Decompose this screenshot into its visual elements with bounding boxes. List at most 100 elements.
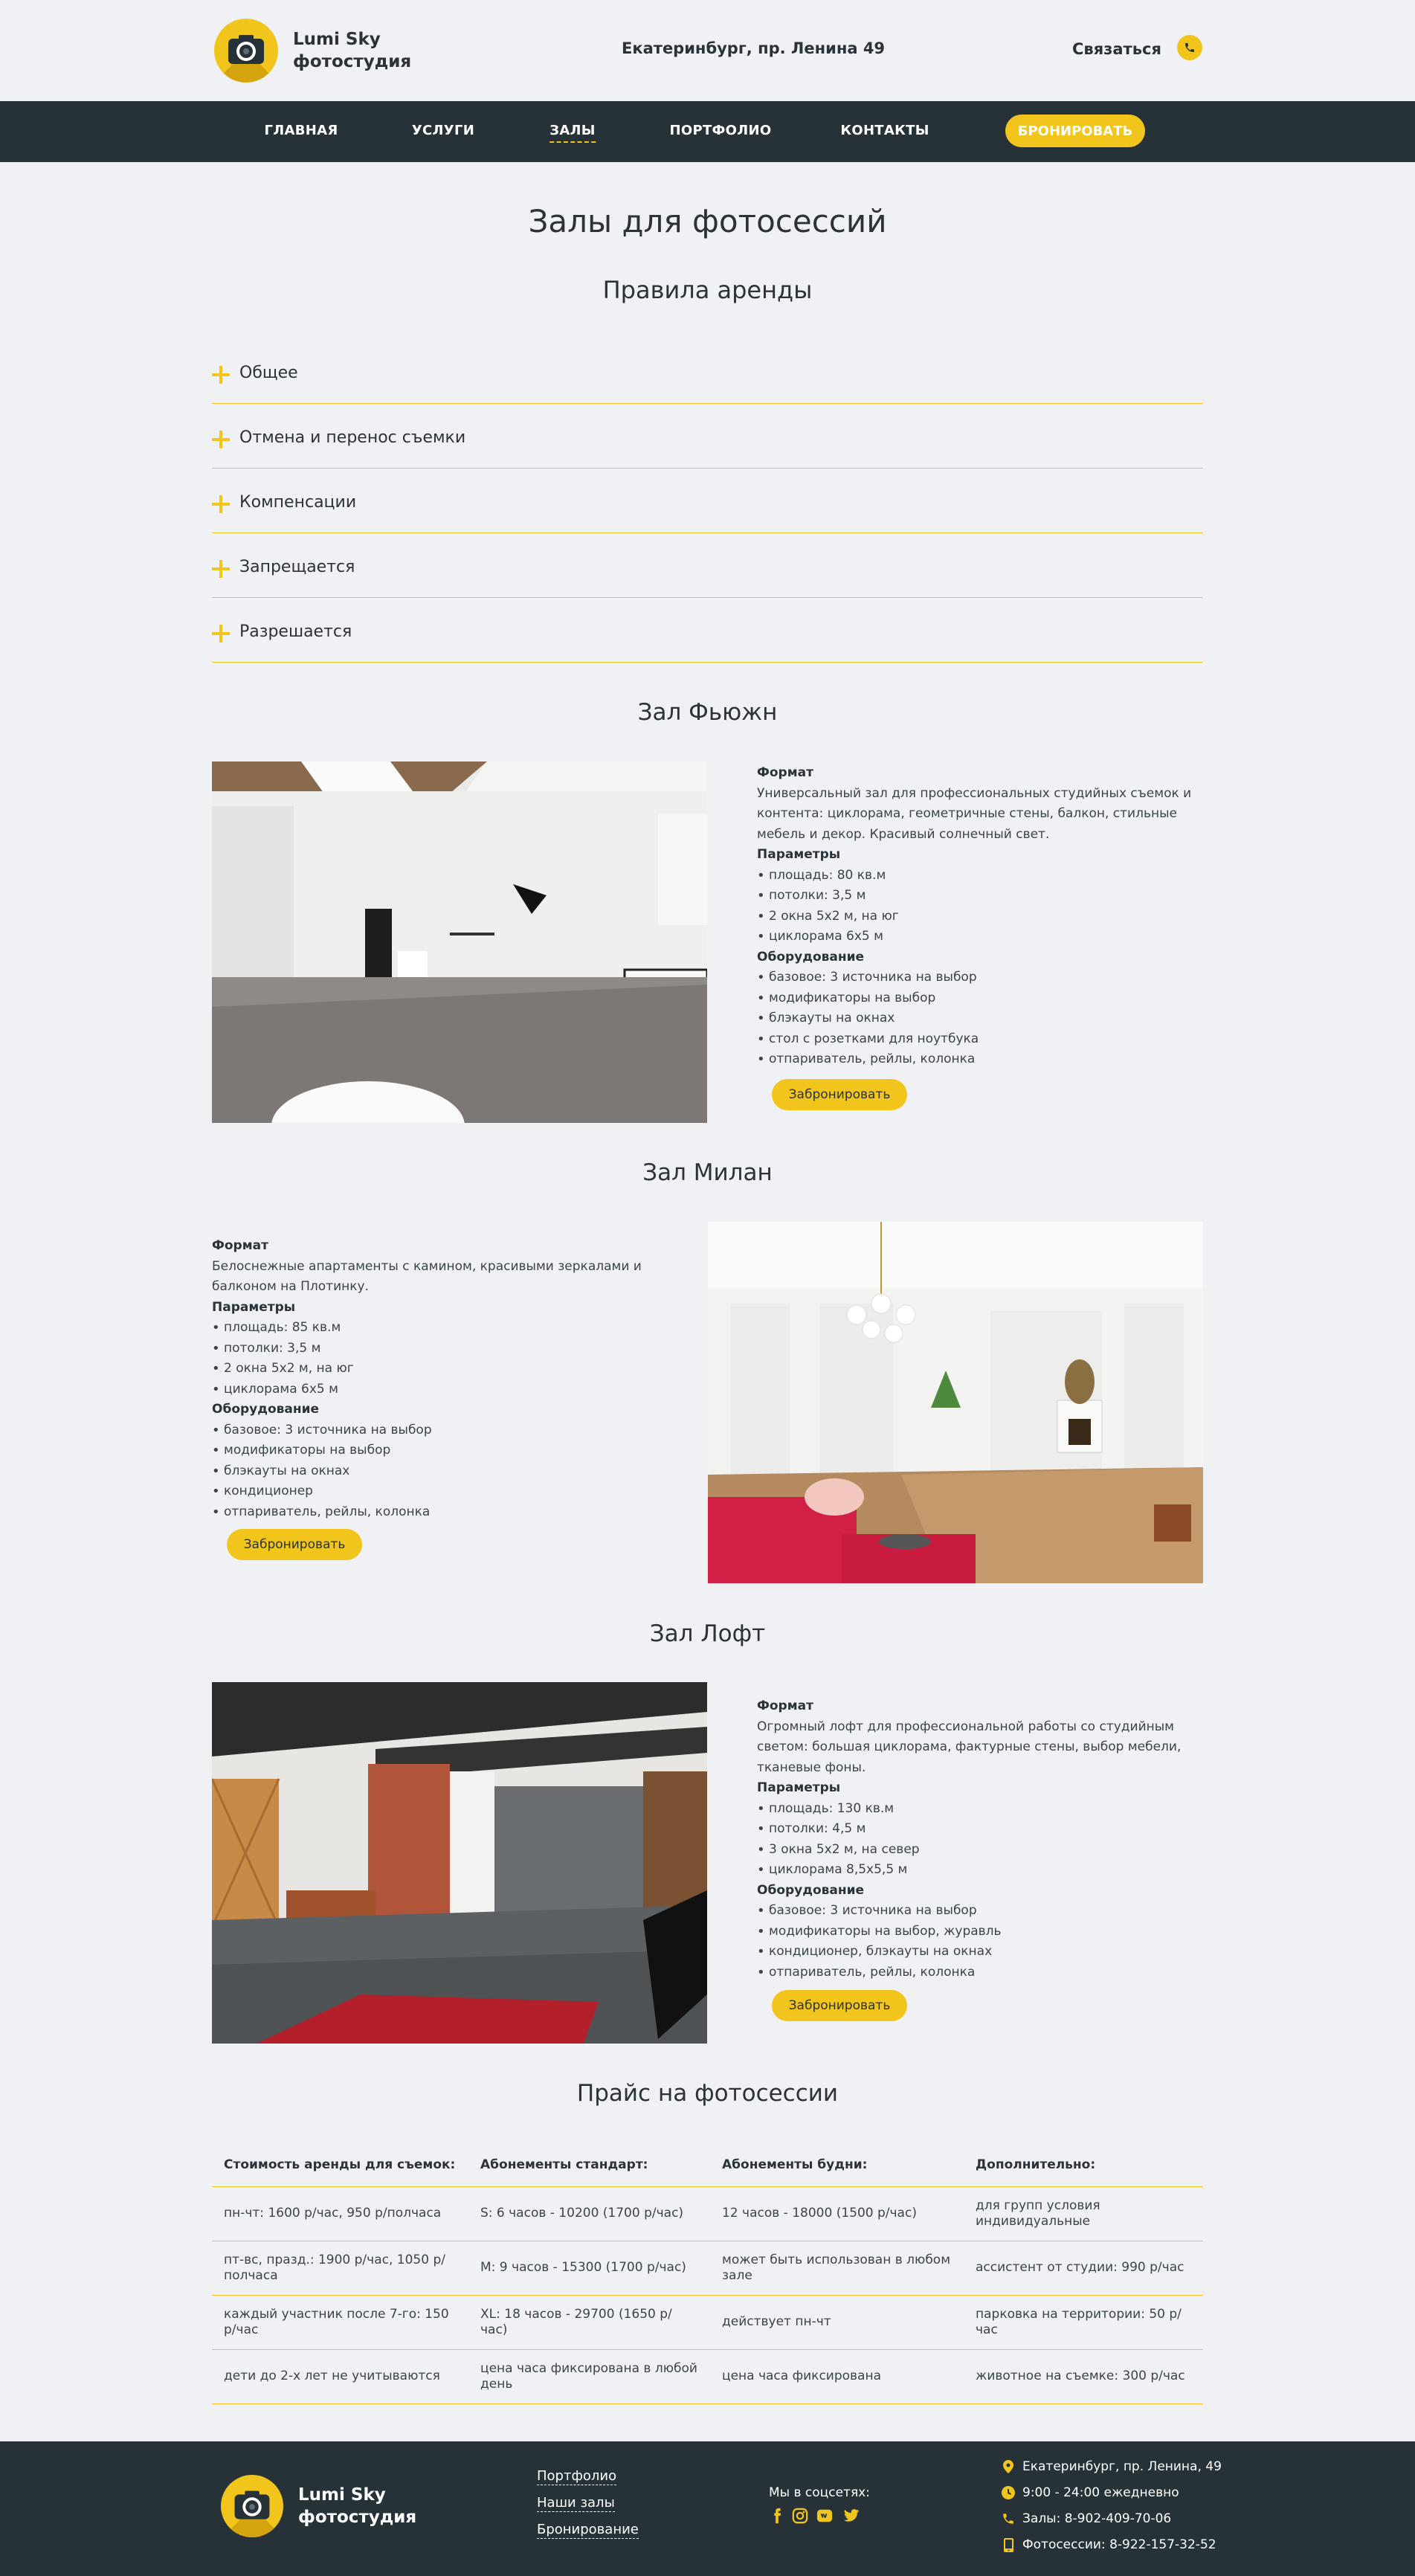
format-text: Универсальный зал для профессиональных с… xyxy=(757,785,1192,842)
contact-link[interactable]: Связаться xyxy=(1072,40,1161,58)
table-cell: может быть использован в любом зале xyxy=(710,2241,964,2296)
camera-logo-icon xyxy=(221,2475,283,2537)
param-item: 2 окна 5x2 м, на юг xyxy=(757,907,1203,927)
logo-title: Lumi Sky xyxy=(298,2485,386,2505)
page-title: Залы для фотосессий xyxy=(528,203,887,239)
logo-subtitle: фотостудия xyxy=(293,52,412,71)
nav-item-contacts[interactable]: КОНТАКТЫ xyxy=(840,123,929,138)
pricing-header-cell: Стоимость аренды для съемок: xyxy=(212,2143,468,2187)
table-cell: S: 6 часов - 10200 (1700 р/час) xyxy=(468,2186,710,2241)
format-label: Формат xyxy=(212,1238,268,1253)
hall-milan-title: Зал Милан xyxy=(642,1159,773,1186)
table-cell: ассистент от студии: 990 р/час xyxy=(964,2241,1203,2296)
mobile-icon xyxy=(1000,2537,1016,2552)
plus-icon xyxy=(212,495,230,513)
footer-hours: 9:00 - 24:00 ежедневно xyxy=(1000,2485,1179,2500)
format-text: Белоснежные апартаменты с камином, краси… xyxy=(212,1258,642,1295)
pricing-header-cell: Дополнительно: xyxy=(964,2143,1203,2187)
equipment-label: Оборудование xyxy=(757,949,865,965)
equipment-item: отпариватель, рейлы, колонка xyxy=(757,1049,1203,1070)
plus-icon xyxy=(212,560,230,578)
rules-item-label: Запрещается xyxy=(239,558,355,576)
footer-logo[interactable]: Lumi Sky фотостудия xyxy=(221,2475,416,2537)
param-item: 2 окна 5x2 м, на юг xyxy=(212,1359,658,1379)
clock-icon xyxy=(1000,2486,1016,2499)
footer-link-booking[interactable]: Бронирование xyxy=(537,2522,639,2539)
logo[interactable]: Lumi Sky фотостудия xyxy=(214,19,411,83)
footer-phone-photosessions[interactable]: Фотосессии: 8-922-157-32-52 xyxy=(1000,2537,1216,2552)
table-cell: животное на съемке: 300 р/час xyxy=(964,2349,1203,2404)
instagram-icon[interactable] xyxy=(792,2508,808,2524)
plus-icon xyxy=(212,625,230,643)
table-row: пт-вс, празд.: 1900 р/час, 1050 р/полчас… xyxy=(212,2241,1203,2296)
pricing-table: Стоимость аренды для съемок: Абонементы … xyxy=(212,2143,1203,2404)
equipment-item: базовое: 3 источника на выбор xyxy=(757,1901,1203,1922)
logo-title: Lumi Sky xyxy=(293,30,381,49)
map-pin-icon xyxy=(1000,2460,1016,2473)
plus-icon xyxy=(212,431,230,448)
hall-loft-book-button[interactable]: Забронировать xyxy=(772,1990,907,2021)
equipment-item: блэкауты на окнах xyxy=(757,1008,1203,1029)
footer-phone-halls[interactable]: Залы: 8-902-409-70-06 xyxy=(1000,2511,1171,2526)
pricing-header-row: Стоимость аренды для съемок: Абонементы … xyxy=(212,2143,1203,2187)
table-cell: цена часа фиксирована xyxy=(710,2349,964,2404)
vk-icon[interactable] xyxy=(816,2508,833,2524)
hall-milan-photo xyxy=(708,1222,1203,1583)
nav-book-button[interactable]: БРОНИРОВАТЬ xyxy=(1005,115,1145,147)
table-cell: пт-вс, празд.: 1900 р/час, 1050 р/полчас… xyxy=(212,2241,468,2296)
rules-title: Правила аренды xyxy=(602,276,813,304)
phone-icon[interactable] xyxy=(1177,35,1202,60)
footer-link-portfolio[interactable]: Портфолио xyxy=(537,2468,617,2485)
table-cell: каждый участник после 7-го: 150 р/час xyxy=(212,2295,468,2350)
footer-contact-text: Залы: 8-902-409-70-06 xyxy=(1022,2511,1172,2526)
camera-logo-icon xyxy=(214,19,278,83)
format-label: Формат xyxy=(757,1698,813,1713)
nav-item-portfolio[interactable]: ПОРТФОЛИО xyxy=(669,123,771,138)
param-item: площадь: 80 кв.м xyxy=(757,866,1203,886)
table-row: дети до 2-х лет не учитываются цена часа… xyxy=(212,2349,1203,2404)
param-item: потолки: 4,5 м xyxy=(757,1819,1203,1840)
equipment-item: базовое: 3 источника на выбор xyxy=(212,1420,658,1441)
rules-item-label: Общее xyxy=(239,364,298,382)
param-item: циклорама 6x5 м xyxy=(212,1379,658,1400)
param-item: 3 окна 5x2 м, на север xyxy=(757,1840,1203,1861)
table-cell: парковка на территории: 50 р/час xyxy=(964,2295,1203,2350)
hall-fusion-title: Зал Фьюжн xyxy=(637,699,778,726)
rules-item-general[interactable]: Общее xyxy=(212,339,1203,404)
equipment-item: блэкауты на окнах xyxy=(212,1461,658,1482)
params-label: Параметры xyxy=(212,1299,296,1315)
site-header: Lumi Sky фотостудия Екатеринбург, пр. Ле… xyxy=(0,0,1415,101)
hall-fusion-photo xyxy=(212,761,707,1123)
nav-item-halls[interactable]: ЗАЛЫ xyxy=(549,123,596,143)
equipment-item: кондиционер, блэкауты на окнах xyxy=(757,1942,1203,1962)
nav-item-services[interactable]: УСЛУГИ xyxy=(412,123,474,138)
twitter-icon[interactable] xyxy=(843,2508,860,2524)
pricing-header-cell: Абонементы стандарт: xyxy=(468,2143,710,2187)
param-item: потолки: 3,5 м xyxy=(757,886,1203,907)
format-label: Формат xyxy=(757,765,813,780)
facebook-icon[interactable] xyxy=(769,2508,785,2524)
hall-fusion-book-button[interactable]: Забронировать xyxy=(772,1079,907,1110)
rules-item-allowed[interactable]: Разрешается xyxy=(212,598,1203,663)
rules-item-compensation[interactable]: Компенсации xyxy=(212,468,1203,533)
param-item: площадь: 85 кв.м xyxy=(212,1318,658,1339)
table-cell: M: 9 часов - 15300 (1700 р/час) xyxy=(468,2241,710,2296)
nav-item-home[interactable]: ГЛАВНАЯ xyxy=(264,123,338,138)
hall-fusion-info: Формат Универсальный зал для профессиона… xyxy=(757,763,1203,1070)
table-cell: XL: 18 часов - 29700 (1650 р/час) xyxy=(468,2295,710,2350)
equipment-label: Оборудование xyxy=(757,1882,865,1898)
footer-link-halls[interactable]: Наши залы xyxy=(537,2495,615,2512)
footer-contact-text: Екатеринбург, пр. Ленина, 49 xyxy=(1022,2459,1222,2474)
param-item: площадь: 130 кв.м xyxy=(757,1799,1203,1820)
format-text: Огромный лофт для профессиональной работ… xyxy=(757,1719,1182,1775)
rules-item-label: Компенсации xyxy=(239,493,357,512)
site-footer: Lumi Sky фотостудия Портфолио Наши залы … xyxy=(0,2441,1415,2576)
table-row: пн-чт: 1600 р/час, 950 р/полчаса S: 6 ча… xyxy=(212,2186,1203,2241)
rules-item-label: Разрешается xyxy=(239,622,352,641)
rules-item-forbidden[interactable]: Запрещается xyxy=(212,533,1203,598)
table-cell: 12 часов - 18000 (1500 р/час) xyxy=(710,2186,964,2241)
rules-item-cancel[interactable]: Отмена и перенос съемки xyxy=(212,404,1203,468)
equipment-item: отпариватель, рейлы, колонка xyxy=(757,1962,1203,1983)
hall-milan-book-button[interactable]: Забронировать xyxy=(227,1529,362,1560)
equipment-item: модификаторы на выбор xyxy=(757,988,1203,1009)
